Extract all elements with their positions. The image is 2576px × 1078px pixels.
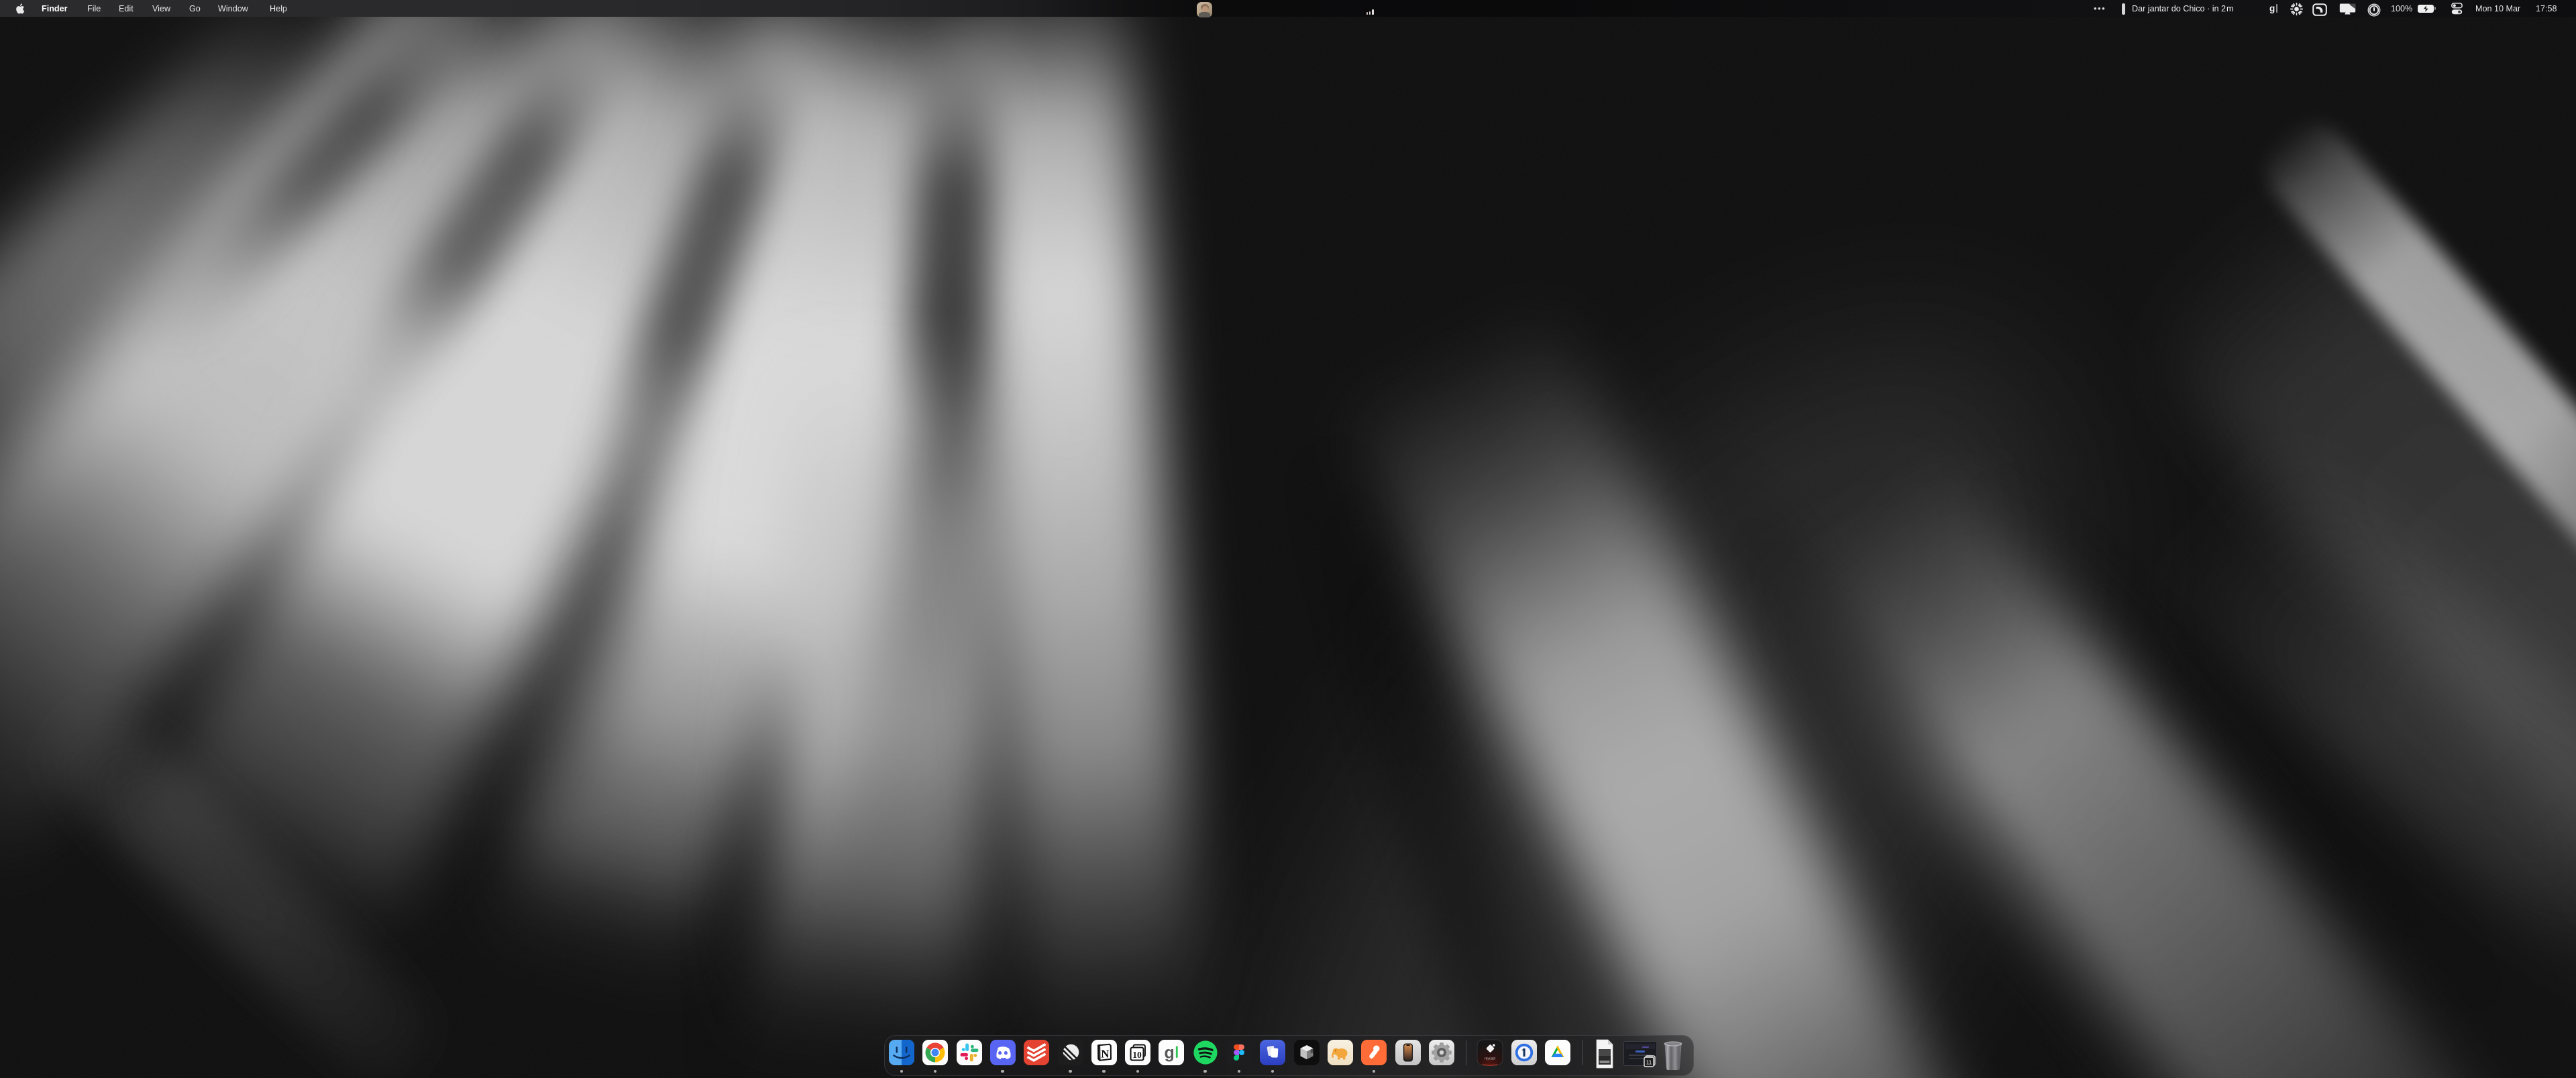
svg-text:raycast: raycast [1485, 1057, 1496, 1061]
svg-text:g: g [1165, 1044, 1175, 1063]
svg-text:10: 10 [1132, 1050, 1142, 1060]
svg-text:N: N [1101, 1048, 1110, 1061]
svg-text:11: 11 [1646, 1060, 1652, 1066]
